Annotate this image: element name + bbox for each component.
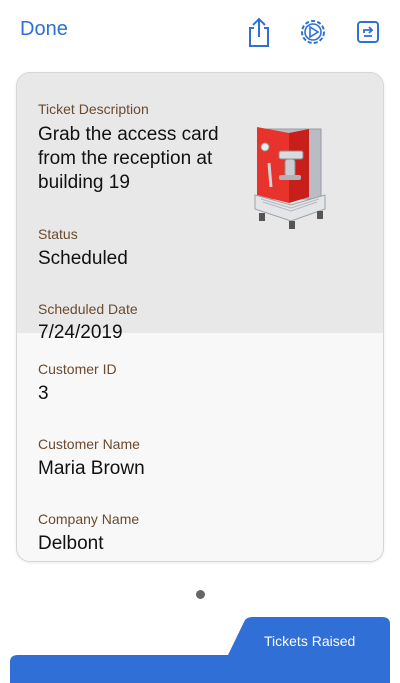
page-indicator-dot[interactable] (196, 590, 205, 599)
status-label: Status (38, 226, 78, 242)
done-button[interactable]: Done (20, 18, 68, 41)
settings-icon[interactable] (298, 16, 328, 48)
tickets-raised-label[interactable]: Tickets Raised (264, 633, 355, 649)
ticket-description-line-3: building 19 (38, 172, 130, 193)
customer-id-label: Customer ID (38, 361, 117, 377)
ticket-description-label: Ticket Description (38, 101, 149, 117)
status-value: Scheduled (38, 248, 128, 269)
company-name-label: Company Name (38, 511, 140, 527)
scheduled-date-label: Scheduled Date (38, 301, 138, 317)
share-icon[interactable] (244, 16, 274, 48)
ticket-card[interactable]: Ticket Description Grab the access card … (16, 72, 384, 562)
top-toolbar: Done (0, 0, 400, 64)
ticket-description-line-2: from the reception at (38, 148, 213, 169)
company-name-value: Delbont (38, 533, 104, 554)
customer-id-value: 3 (38, 383, 49, 404)
espresso-machine-image (249, 123, 333, 239)
open-external-icon[interactable] (353, 16, 383, 48)
ticket-description-line-1: Grab the access card (38, 124, 219, 145)
customer-name-value: Maria Brown (38, 458, 145, 479)
customer-name-label: Customer Name (38, 436, 140, 452)
scheduled-date-value: 7/24/2019 (38, 322, 123, 343)
tickets-raised-tab[interactable]: Tickets Raised (0, 612, 400, 683)
